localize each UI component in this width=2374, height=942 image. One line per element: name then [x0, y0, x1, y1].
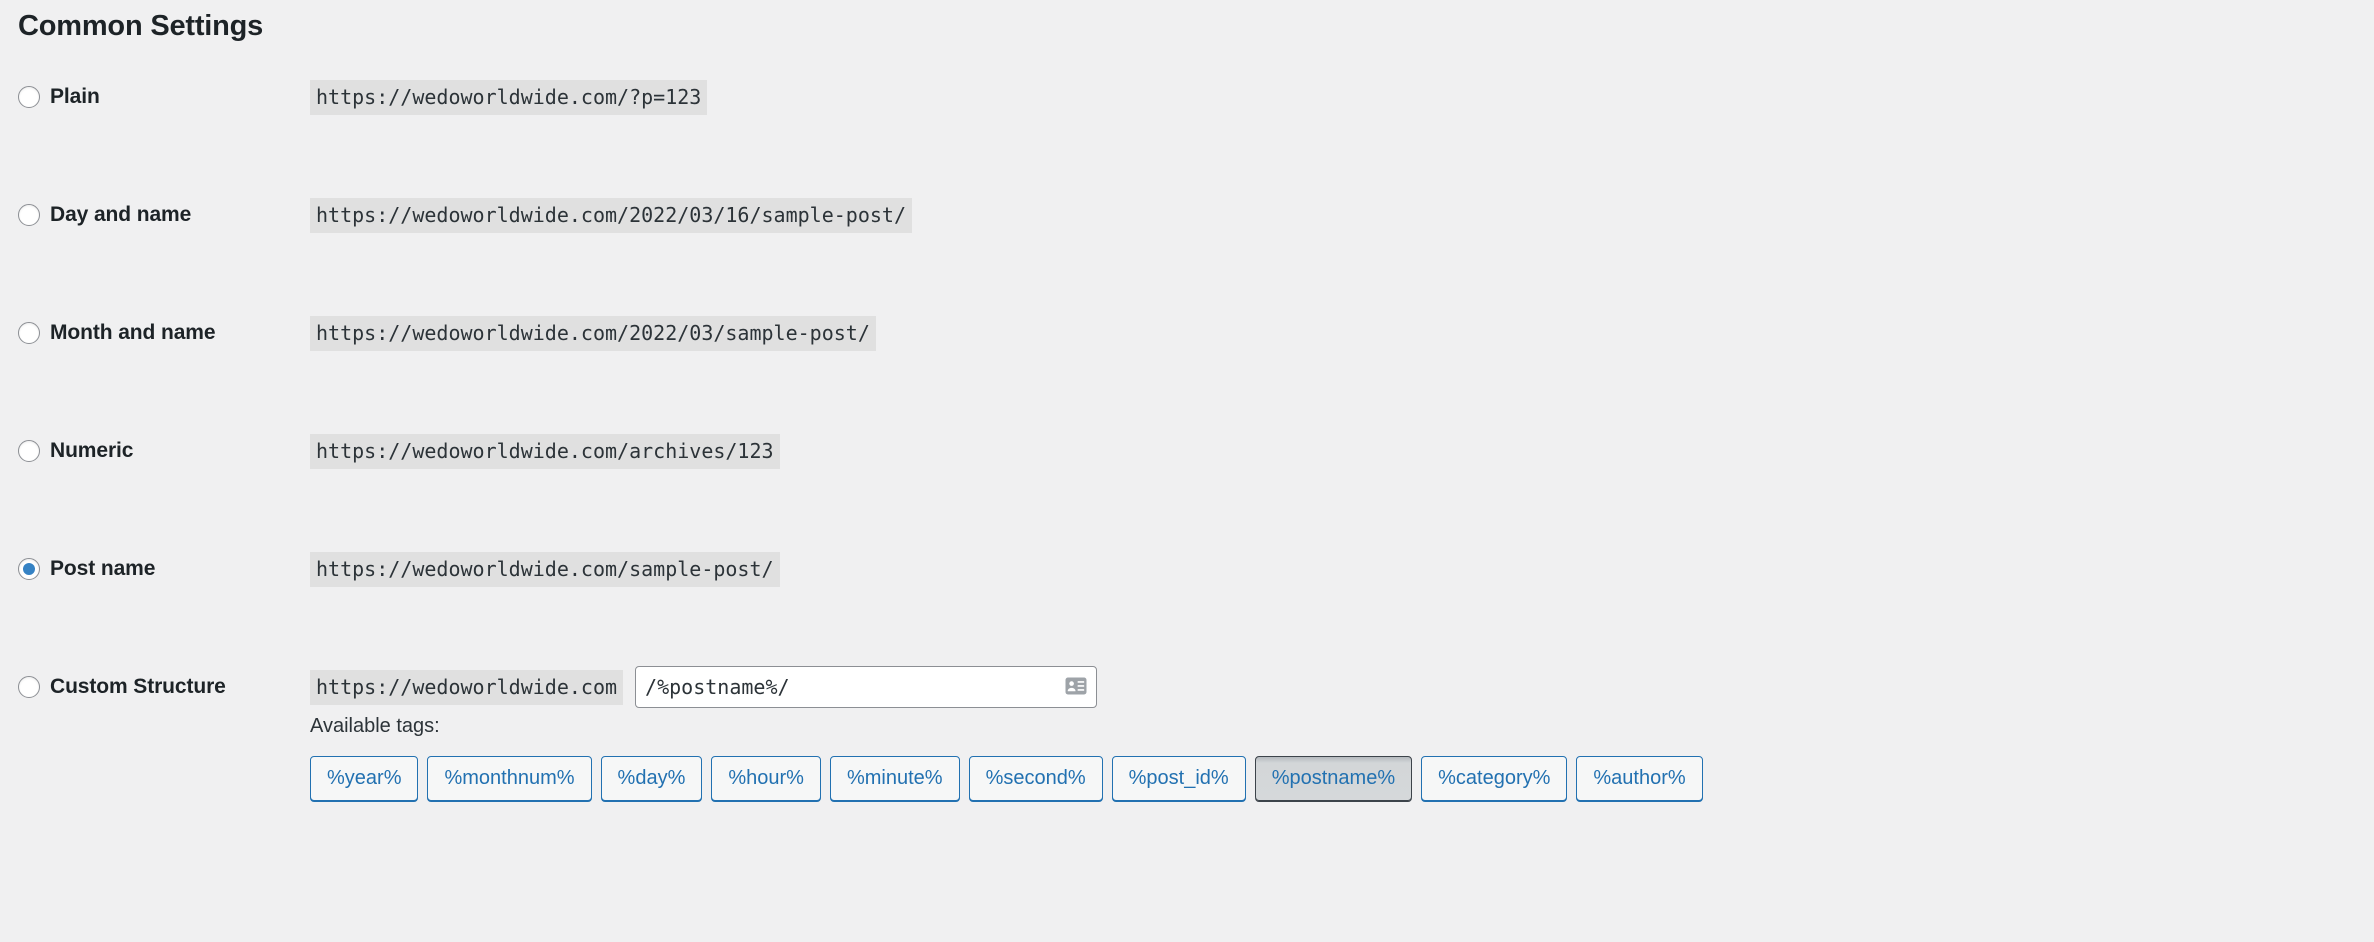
permalink-example-cell-month-and-name: https://wedoworldwide.com/2022/03/sample…	[310, 298, 876, 368]
common-settings-table: Plain https://wedoworldwide.com/?p=123 D…	[0, 62, 2374, 801]
available-tags-label: Available tags:	[310, 715, 440, 737]
permalink-option-row-month-and-name: Month and name https://wedoworldwide.com…	[0, 298, 2374, 416]
radio-post-name[interactable]	[18, 558, 40, 580]
tag-button-second[interactable]: %second%	[968, 756, 1103, 801]
tag-button-hour[interactable]: %hour%	[711, 756, 821, 801]
tag-button-post-id[interactable]: %post_id%	[1111, 756, 1246, 801]
custom-structure-input-line: https://wedoworldwide.com	[310, 652, 1703, 722]
permalink-option-post-name[interactable]: Post name	[18, 534, 293, 604]
permalink-example-url: https://wedoworldwide.com/2022/03/sample…	[310, 315, 876, 351]
custom-structure-input[interactable]	[635, 666, 1098, 708]
tag-button-author[interactable]: %author%	[1576, 756, 1703, 801]
permalink-option-day-and-name[interactable]: Day and name	[18, 180, 293, 250]
permalink-option-label: Custom Structure	[50, 675, 226, 698]
permalink-option-numeric[interactable]: Numeric	[18, 416, 293, 486]
permalink-example-url: https://wedoworldwide.com/archives/123	[310, 433, 780, 469]
permalink-example-url: https://wedoworldwide.com/2022/03/16/sam…	[310, 197, 913, 233]
permalink-option-label: Numeric	[50, 439, 134, 462]
permalink-option-row-post-name: Post name https://wedoworldwide.com/samp…	[0, 534, 2374, 652]
tag-button-year[interactable]: %year%	[310, 756, 419, 801]
permalink-option-plain[interactable]: Plain	[18, 62, 293, 132]
tag-button-postname[interactable]: %postname%	[1254, 756, 1413, 801]
permalink-example-url: https://wedoworldwide.com/?p=123	[310, 79, 708, 115]
custom-structure-input-wrap	[623, 666, 1098, 708]
radio-numeric[interactable]	[18, 440, 40, 462]
permalink-option-label: Month and name	[50, 321, 216, 344]
custom-structure-cell: https://wedoworldwide.com /%postname%/ A…	[310, 652, 1703, 801]
radio-custom-structure[interactable]	[18, 676, 40, 698]
permalink-option-row-numeric: Numeric https://wedoworldwide.com/archiv…	[0, 416, 2374, 534]
page-title: Common Settings	[18, 10, 264, 42]
permalink-option-label: Plain	[50, 85, 100, 108]
tag-button-category[interactable]: %category%	[1421, 756, 1568, 801]
tag-button-monthnum[interactable]: %monthnum%	[427, 756, 592, 801]
available-tags-list: %year% %monthnum% %day% %hour% %minute% …	[310, 756, 1703, 801]
permalink-option-custom-structure[interactable]: Custom Structure	[18, 652, 293, 722]
radio-month-and-name[interactable]	[18, 322, 40, 344]
permalink-option-row-day-and-name: Day and name https://wedoworldwide.com/2…	[0, 180, 2374, 298]
permalink-example-cell-numeric: https://wedoworldwide.com/archives/123	[310, 416, 780, 486]
custom-structure-prefix: https://wedoworldwide.com	[310, 669, 624, 705]
permalink-example-cell-day-and-name: https://wedoworldwide.com/2022/03/16/sam…	[310, 180, 913, 250]
radio-plain[interactable]	[18, 86, 40, 108]
permalink-example-url: https://wedoworldwide.com/sample-post/	[310, 551, 780, 587]
permalink-example-cell-plain: https://wedoworldwide.com/?p=123	[310, 62, 708, 132]
permalink-option-label: Post name	[50, 557, 156, 580]
tag-button-day[interactable]: %day%	[600, 756, 703, 801]
permalink-option-row-plain: Plain https://wedoworldwide.com/?p=123	[0, 62, 2374, 180]
permalink-option-month-and-name[interactable]: Month and name	[18, 298, 293, 368]
tag-button-minute[interactable]: %minute%	[829, 756, 960, 801]
permalink-example-cell-post-name: https://wedoworldwide.com/sample-post/	[310, 534, 780, 604]
radio-day-and-name[interactable]	[18, 204, 40, 226]
permalink-option-label: Day and name	[50, 203, 192, 226]
